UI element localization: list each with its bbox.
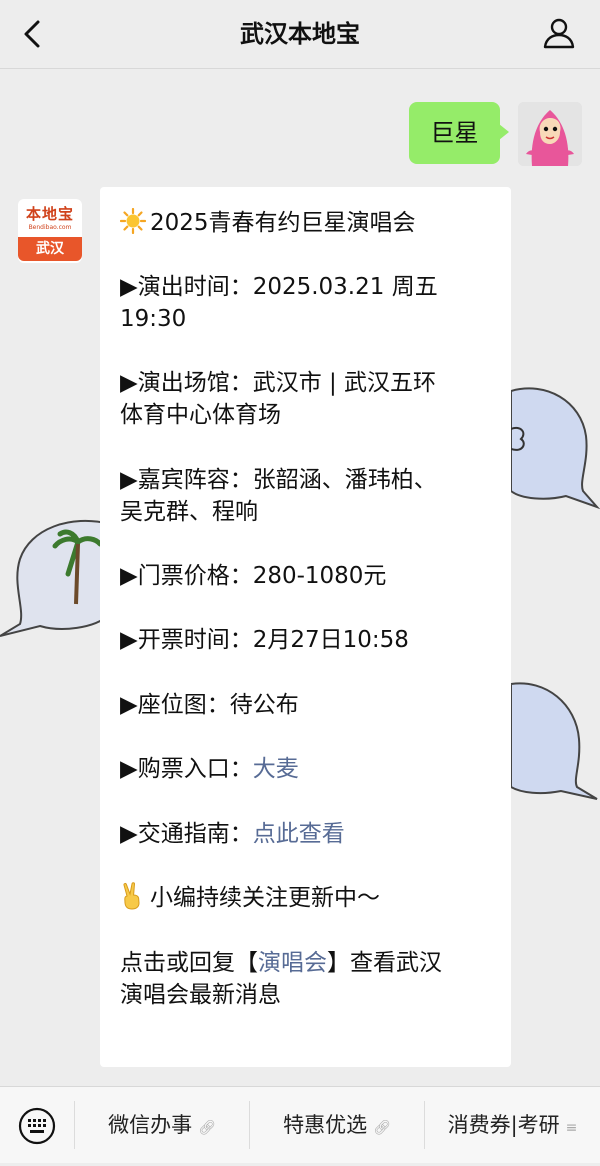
menu-item-wechat-services[interactable]: 微信办事 🔗︎ — [75, 1087, 249, 1163]
menu-item-coupons-exam[interactable]: 消费券|考研 ≡ — [425, 1087, 600, 1163]
link-icon: 🔗︎ — [373, 1120, 391, 1136]
submenu-list-icon: ≡ — [565, 1120, 578, 1136]
brand-logo-text: 本地宝 — [25, 205, 74, 223]
guests-line-cont: 吴克群、程响 — [120, 499, 258, 525]
wallpaper-ghost-right-bottom — [511, 682, 598, 800]
user-avatar[interactable] — [518, 102, 582, 166]
menu-item-label: 微信办事 — [108, 1113, 193, 1137]
concert-keyword-link[interactable]: 演唱会 — [258, 950, 327, 976]
traffic-guide-link[interactable]: 点此查看 — [253, 821, 345, 847]
keyboard-toggle-icon[interactable] — [18, 1107, 56, 1145]
victory-hand-emoji-icon — [123, 882, 140, 910]
top-bar: 武汉本地宝 — [0, 0, 600, 69]
menu-item-label: 消费券|考研 — [447, 1113, 560, 1137]
bottom-menu-bar: 微信办事 🔗︎ 特惠优选 🔗︎ 消费券|考研 ≡ — [0, 1086, 600, 1163]
wallpaper-ghost-left — [0, 519, 110, 637]
page-title: 武汉本地宝 — [240, 20, 360, 48]
message-title-line: 2025青春有约巨星演唱会 — [120, 207, 500, 239]
brand-logo-url: Bendibao.com — [28, 224, 72, 231]
seat-map-line: ▶座位图：待公布 — [120, 692, 299, 718]
show-time-line: ▶演出时间：2025.03.21 周五 — [120, 274, 438, 300]
message-title: 2025青春有约巨星演唱会 — [150, 210, 416, 236]
editor-note-line: 小编持续关注更新中～ — [120, 882, 500, 914]
show-time-line-cont: 19:30 — [120, 306, 187, 332]
incoming-message-bubble[interactable]: 2025青春有约巨星演唱会 ▶演出时间：2025.03.21 周五 19:30 … — [100, 187, 511, 1067]
reply-hint-a: 点击或回复【 — [120, 950, 258, 976]
reply-hint-line-cont: 演唱会最新消息 — [120, 982, 281, 1008]
profile-icon[interactable] — [542, 16, 576, 50]
link-icon: 🔗︎ — [198, 1120, 216, 1136]
outgoing-message-bubble[interactable]: 巨星 — [409, 102, 509, 164]
damai-link[interactable]: 大麦 — [253, 756, 299, 782]
brand-logo-city: 武汉 — [18, 237, 82, 261]
traffic-guide-label: ▶交通指南： — [120, 821, 253, 847]
editor-note: 小编持续关注更新中～ — [150, 885, 380, 911]
reply-hint-b: 】查看武汉 — [327, 950, 442, 976]
guests-line: ▶嘉宾阵容：张韶涵、潘玮柏、 — [120, 467, 437, 493]
price-line: ▶门票价格：280-1080元 — [120, 563, 387, 589]
chat-area[interactable]: 巨星 本地宝 Bendibao.com 武汉 2025青春有约巨星演唱会 ▶演出… — [0, 69, 600, 1086]
venue-line-cont: 体育中心体育场 — [120, 402, 281, 428]
ticket-open-line: ▶开票时间：2月27日10:58 — [120, 627, 409, 653]
buy-ticket-line: ▶购票入口：大麦 — [120, 753, 500, 785]
menu-item-label: 特惠优选 — [283, 1113, 368, 1137]
venue-line: ▶演出场馆：武汉市 | 武汉五环 — [120, 370, 437, 396]
reply-hint-line: 点击或回复【演唱会】查看武汉 — [120, 947, 500, 979]
sun-emoji-icon — [120, 208, 146, 234]
traffic-guide-line: ▶交通指南：点此查看 — [120, 818, 500, 850]
official-account-avatar[interactable]: 本地宝 Bendibao.com 武汉 — [18, 199, 82, 263]
wallpaper-ghost-right-top — [511, 387, 600, 510]
buy-ticket-label: ▶购票入口： — [120, 756, 253, 782]
menu-item-special-deals[interactable]: 特惠优选 🔗︎ — [250, 1087, 424, 1163]
